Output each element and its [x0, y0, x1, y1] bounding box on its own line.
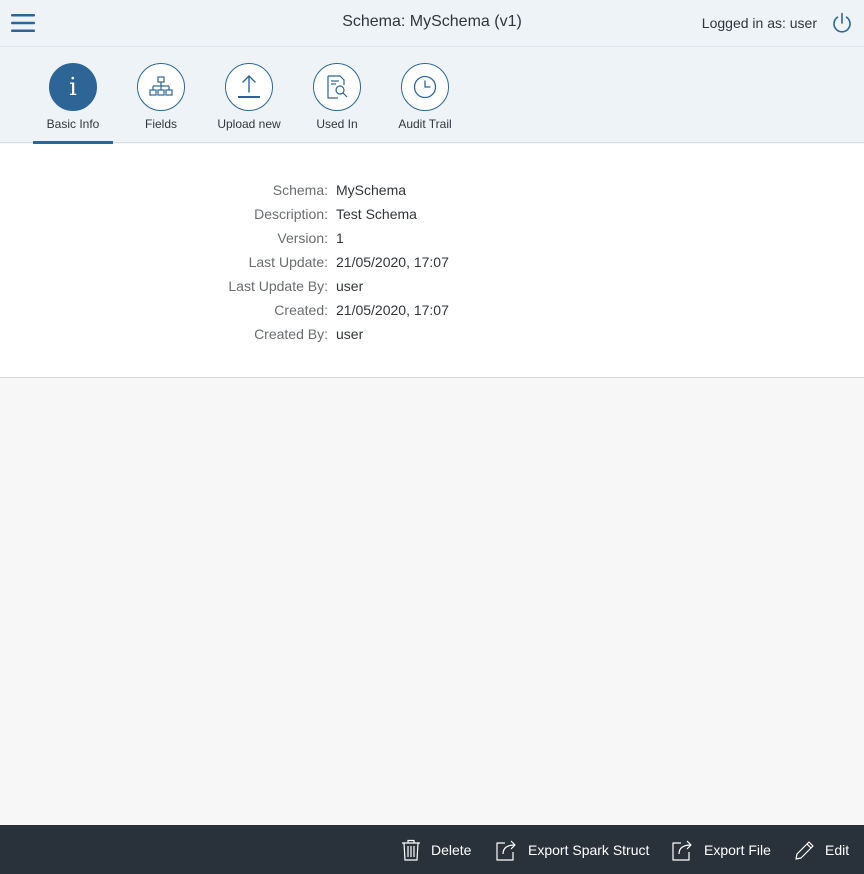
info-label: Last Update: — [248, 254, 328, 270]
footer-toolbar: Delete Export Spark Struct Export File E… — [0, 825, 864, 874]
tab-basic-info[interactable]: i Basic Info — [33, 47, 113, 144]
tab-audit-trail-circle — [401, 63, 449, 111]
tab-fields-label: Fields — [144, 117, 177, 131]
logout-button[interactable] — [830, 10, 854, 36]
icon-tab-bar: i Basic Info Fields Upload new Used In A… — [0, 47, 864, 144]
upload-icon — [238, 75, 260, 98]
trash-icon — [402, 839, 420, 861]
tab-audit-trail-label: Audit Trail — [398, 117, 452, 131]
tab-basic-info-circle: i — [49, 63, 97, 111]
tab-upload-new-circle — [225, 63, 273, 111]
svg-text:i: i — [69, 75, 77, 99]
tab-used-in-label: Used In — [316, 117, 358, 131]
tab-audit-trail[interactable]: Audit Trail — [385, 47, 465, 143]
export-spark-struct-button[interactable]: Export Spark Struct — [496, 825, 649, 874]
info-label: Description: — [254, 206, 328, 222]
tab-used-in[interactable]: Used In — [297, 47, 377, 143]
delete-button[interactable]: Delete — [401, 825, 471, 874]
info-label: Created By: — [254, 326, 328, 342]
tab-fields-circle — [137, 63, 185, 111]
info-label: Schema: — [272, 182, 328, 198]
tab-basic-info-label: Basic Info — [46, 117, 100, 131]
info-label: Created: — [274, 302, 328, 318]
logged-in-user: Logged in as: user — [701, 15, 817, 31]
info-row-version: Version: 1 — [0, 228, 864, 252]
tab-used-in-circle — [313, 63, 361, 111]
tab-upload-new[interactable]: Upload new — [209, 47, 289, 143]
info-value: 1 — [336, 230, 344, 246]
export-spark-struct-label: Export Spark Struct — [528, 841, 650, 858]
export-icon — [496, 840, 516, 861]
export-file-button[interactable]: Export File — [672, 825, 771, 874]
info-label: Version: — [277, 230, 328, 246]
basic-info-panel: Schema: MySchema Description: Test Schem… — [0, 144, 864, 378]
info-row-schema: Schema: MySchema — [0, 180, 864, 204]
info-value: 21/05/2020, 17:07 — [336, 302, 449, 318]
export-icon — [672, 840, 692, 861]
info-row-created: Created: 21/05/2020, 17:07 — [0, 300, 864, 324]
info-row-description: Description: Test Schema — [0, 204, 864, 228]
clock-icon — [413, 75, 437, 99]
info-row-last-update-by: Last Update By: user — [0, 276, 864, 300]
info-value: Test Schema — [336, 206, 417, 222]
tab-fields[interactable]: Fields — [121, 47, 201, 143]
edit-button-label: Edit — [825, 841, 850, 858]
info-value: user — [336, 278, 364, 294]
info-row-created-by: Created By: user — [0, 324, 864, 348]
pencil-icon — [795, 840, 814, 860]
export-file-label: Export File — [704, 841, 771, 858]
info-value: user — [336, 326, 364, 342]
info-value: 21/05/2020, 17:07 — [336, 254, 449, 270]
power-icon — [833, 12, 851, 33]
document-search-icon — [327, 75, 348, 99]
hierarchy-icon — [149, 76, 173, 96]
delete-button-label: Delete — [431, 841, 472, 858]
info-label: Last Update By: — [228, 278, 328, 294]
tab-upload-new-label: Upload new — [217, 117, 281, 131]
info-row-last-update: Last Update: 21/05/2020, 17:07 — [0, 252, 864, 276]
info-icon: i — [69, 75, 77, 99]
info-value: MySchema — [336, 182, 407, 198]
shell-header: Schema: MySchema (v1) Logged in as: user — [0, 0, 864, 47]
edit-button[interactable]: Edit — [795, 825, 849, 874]
